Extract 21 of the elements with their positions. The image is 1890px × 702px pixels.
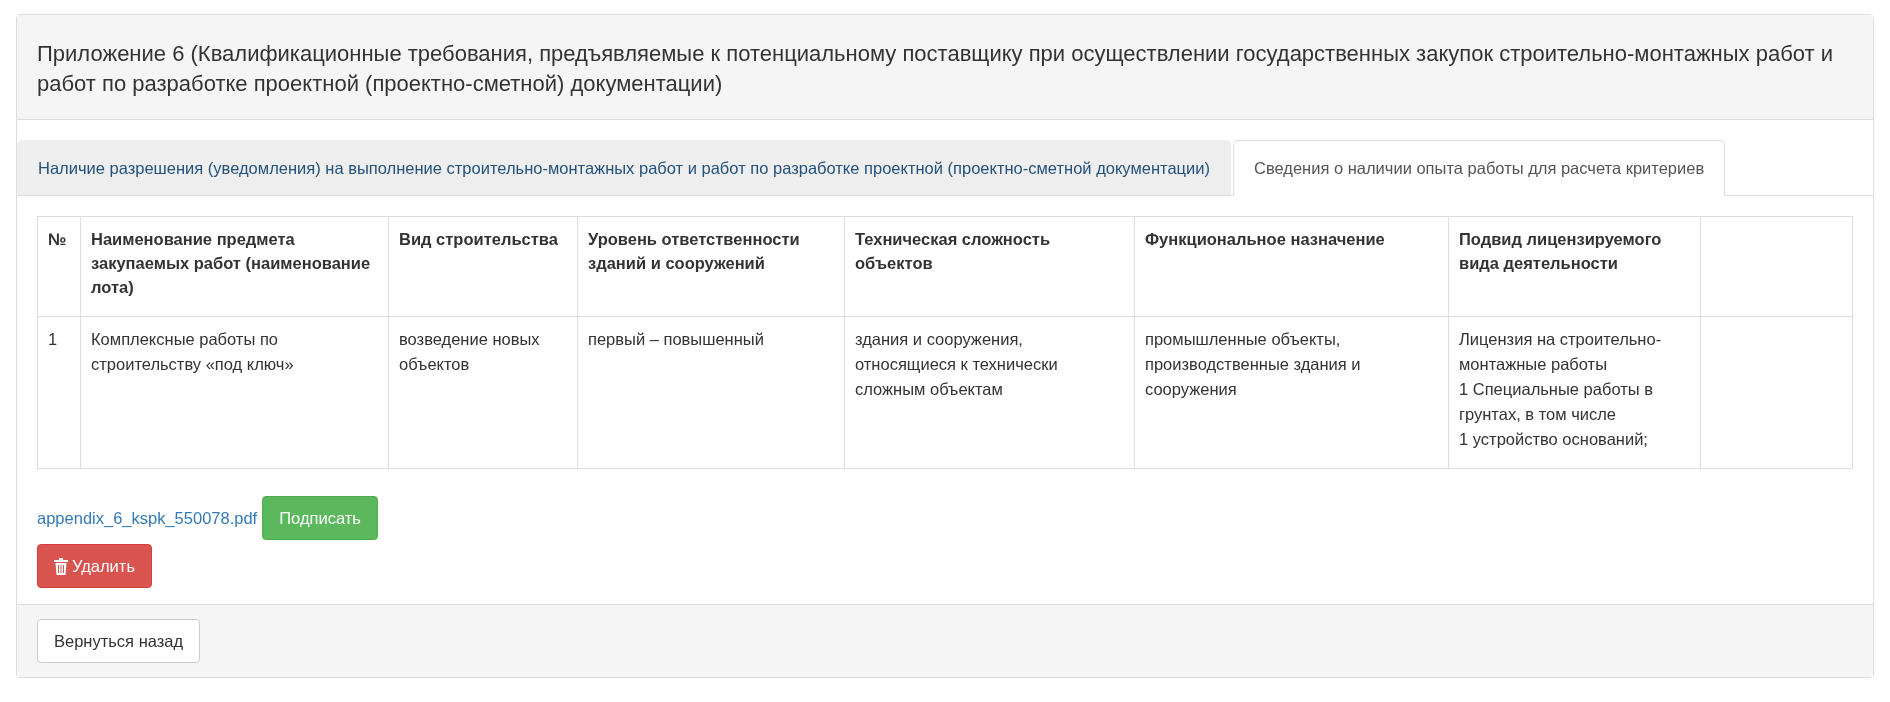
delete-button[interactable]: Удалить — [37, 544, 152, 588]
trash-icon — [54, 557, 68, 575]
tab[interactable]: Сведения о наличии опыта работы для расчета критериев — [1232, 140, 1726, 196]
table-cell: Лицензия на строительно-монтажные работы 1 Специальные работы в грунтах, в том числе 1 устройство оснований; — [1448, 316, 1701, 469]
column-header: № — [37, 216, 81, 317]
table-cell: здания и сооружения, относящиеся к технически сложным объектам — [844, 316, 1135, 469]
tab[interactable]: Наличие разрешения (уведомления) на выполнение строительно-монтажных работ и работ по разработке проектной (проектно-сметной документации) — [17, 140, 1231, 196]
file-link[interactable]: appendix_6_kspk_550078.pdf — [37, 508, 258, 528]
column-header: Уровень ответственности зданий и сооружений — [577, 216, 845, 317]
table-cell: промышленные объекты, производственные здания и сооружения — [1134, 316, 1449, 469]
back-button[interactable]: Вернуться назад — [37, 619, 201, 663]
column-header: Техническая сложность объектов — [844, 216, 1135, 317]
table-cell: 1 — [37, 316, 81, 469]
column-header: Наименование предмета закупаемых работ (наименование лота) — [80, 216, 389, 317]
table-cell: Комплексные работы по строительству «под ключ» — [80, 316, 389, 469]
column-header: Функциональное назначение — [1134, 216, 1449, 317]
table-cell: первый – повышенный — [577, 316, 845, 469]
column-header: Вид строительства — [388, 216, 578, 317]
panel-title: Приложение 6 (Квалификационные требования, предъявляемые к потенциальному поставщику при осуществлении государственных закупок строительно-монтажных работ и работ по разработке проектной (проектно-сметной) документации) — [37, 40, 1834, 98]
table-cell: возведение новых объектов — [388, 316, 578, 469]
column-header: Подвид лицензируемого вида деятельности — [1448, 216, 1701, 317]
